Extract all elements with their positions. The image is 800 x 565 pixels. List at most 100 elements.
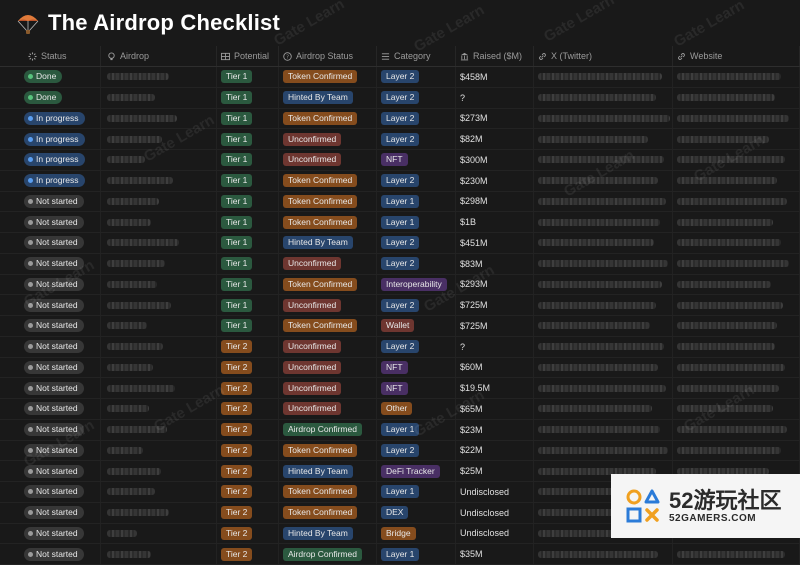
cell-website[interactable] [673,440,800,461]
cell-potential[interactable]: Tier 2 [217,523,279,544]
cell-x[interactable] [534,170,673,191]
cell-airdrop[interactable] [101,67,217,87]
cell-category[interactable]: Layer 2 [377,170,456,191]
column-header-airdrop[interactable]: Airdrop [101,46,217,66]
cell-raised[interactable]: Undisclosed [456,482,534,502]
cell-x[interactable] [534,67,673,87]
cell-raised[interactable]: $83M [456,253,534,274]
cell-airdrop-status[interactable]: Token Confirmed [279,482,377,502]
table-row[interactable]: Not started Tier 2 Unconfirmed Other $65M [0,399,800,420]
cell-airdrop-status[interactable]: Token Confirmed [279,67,377,87]
table-row[interactable]: Not started Tier 2 Airdrop Confirmed Layer … [0,544,800,565]
cell-x[interactable] [534,357,673,378]
cell-x[interactable] [534,108,673,129]
table-row[interactable]: In progress Tier 1 Token Confirmed Layer 2 $… [0,108,800,130]
cell-potential[interactable]: Tier 1 [217,87,279,108]
cell-x[interactable] [534,295,673,315]
cell-status[interactable]: Done [0,87,101,108]
cell-category[interactable]: Layer 2 [377,253,456,274]
cell-category[interactable]: Layer 1 [377,212,456,232]
cell-airdrop[interactable] [101,87,217,108]
cell-potential[interactable]: Tier 2 [217,440,279,461]
cell-potential[interactable]: Tier 1 [217,150,279,170]
cell-status[interactable]: In progress [0,129,101,149]
cell-potential[interactable]: Tier 2 [217,461,279,481]
cell-category[interactable]: Layer 1 [377,482,456,502]
table-row[interactable]: In progress Tier 1 Unconfirmed NFT $300M [0,150,800,171]
cell-website[interactable] [673,67,800,87]
cell-x[interactable] [534,336,673,357]
cell-airdrop-status[interactable]: Unconfirmed [279,295,377,315]
cell-category[interactable]: Layer 1 [377,544,456,564]
table-row[interactable]: Not started Tier 1 Hinted By Team Layer 2 $4… [0,233,800,254]
table-row[interactable]: Not started Tier 1 Unconfirmed Layer 2 $83M [0,253,800,275]
cell-airdrop-status[interactable]: Unconfirmed [279,150,377,170]
cell-x[interactable] [534,253,673,274]
cell-website[interactable] [673,419,800,440]
cell-airdrop[interactable] [101,233,217,253]
cell-raised[interactable]: $451M [456,233,534,253]
cell-website[interactable] [673,233,800,253]
cell-potential[interactable]: Tier 2 [217,399,279,419]
cell-x[interactable] [534,316,673,336]
cell-raised[interactable]: $273M [456,108,534,129]
cell-airdrop-status[interactable]: Airdrop Confirmed [279,544,377,564]
cell-airdrop[interactable] [101,399,217,419]
cell-potential[interactable]: Tier 1 [217,108,279,129]
cell-airdrop-status[interactable]: Token Confirmed [279,440,377,461]
column-header-raised[interactable]: Raised ($M) [456,46,534,66]
table-row[interactable]: Not started Tier 1 Token Confirmed Wallet $7… [0,316,800,337]
cell-airdrop-status[interactable]: Token Confirmed [279,274,377,295]
cell-raised[interactable]: $725M [456,316,534,336]
cell-category[interactable]: Layer 2 [377,129,456,149]
cell-status[interactable]: Not started [0,482,101,502]
cell-category[interactable]: DEX [377,502,456,523]
cell-potential[interactable]: Tier 1 [217,253,279,274]
table-row[interactable]: In progress Tier 1 Token Confirmed Layer 2 $… [0,170,800,192]
cell-website[interactable] [673,295,800,315]
cell-potential[interactable]: Tier 1 [217,129,279,149]
cell-x[interactable] [534,150,673,170]
cell-airdrop[interactable] [101,212,217,232]
cell-category[interactable]: Layer 2 [377,295,456,315]
cell-website[interactable] [673,170,800,191]
cell-category[interactable]: Wallet [377,316,456,336]
cell-category[interactable]: Layer 2 [377,336,456,357]
cell-airdrop[interactable] [101,316,217,336]
cell-category[interactable]: Layer 2 [377,67,456,87]
cell-x[interactable] [534,129,673,149]
table-row[interactable]: In progress Tier 1 Unconfirmed Layer 2 $82M [0,129,800,150]
cell-website[interactable] [673,316,800,336]
cell-airdrop[interactable] [101,502,217,523]
cell-airdrop-status[interactable]: Hinted By Team [279,461,377,481]
cell-category[interactable]: Layer 2 [377,87,456,108]
cell-airdrop-status[interactable]: Unconfirmed [279,129,377,149]
table-row[interactable]: Not started Tier 1 Unconfirmed Layer 2 $725M [0,295,800,316]
cell-status[interactable]: Not started [0,399,101,419]
cell-website[interactable] [673,336,800,357]
cell-airdrop-status[interactable]: Token Confirmed [279,316,377,336]
cell-category[interactable]: NFT [377,357,456,378]
cell-potential[interactable]: Tier 2 [217,378,279,398]
column-header-x[interactable]: X (Twitter) [534,46,673,66]
cell-airdrop[interactable] [101,419,217,440]
cell-raised[interactable]: $298M [456,191,534,212]
cell-status[interactable]: Not started [0,461,101,481]
cell-category[interactable]: DeFi Tracker [377,461,456,481]
cell-raised[interactable]: $725M [456,295,534,315]
cell-airdrop-status[interactable]: Unconfirmed [279,399,377,419]
cell-status[interactable]: Not started [0,523,101,544]
table-row[interactable]: Done Tier 1 Hinted By Team Layer 2? [0,87,800,109]
cell-airdrop[interactable] [101,129,217,149]
cell-status[interactable]: Not started [0,378,101,398]
cell-raised[interactable]: ? [456,87,534,108]
cell-x[interactable] [534,87,673,108]
cell-airdrop[interactable] [101,440,217,461]
cell-status[interactable]: Not started [0,357,101,378]
cell-airdrop-status[interactable]: Token Confirmed [279,108,377,129]
cell-website[interactable] [673,129,800,149]
table-row[interactable]: Not started Tier 2 Unconfirmed Layer 2? [0,336,800,358]
cell-airdrop[interactable] [101,274,217,295]
cell-airdrop[interactable] [101,170,217,191]
cell-airdrop[interactable] [101,544,217,564]
